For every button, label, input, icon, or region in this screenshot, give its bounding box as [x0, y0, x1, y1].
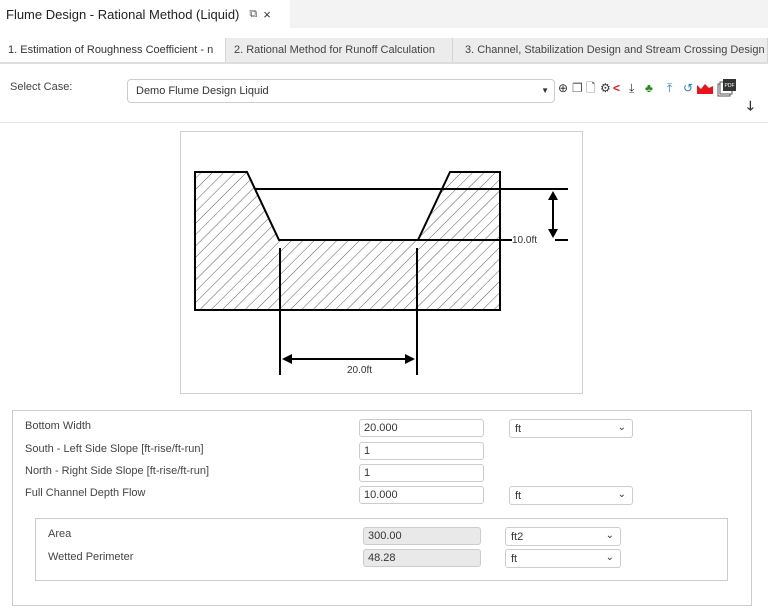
case-value: Demo Flume Design Liquid [136, 85, 269, 97]
gear-icon[interactable]: ⚙ [600, 81, 611, 95]
area-chart-icon[interactable] [697, 82, 713, 94]
chevron-down-icon: ⌄ [617, 422, 626, 433]
case-select[interactable]: Demo Flume Design Liquid ▼ [127, 79, 555, 103]
copy-icon[interactable]: ❐ [572, 81, 583, 95]
close-icon[interactable]: × [263, 7, 271, 22]
area-unit-select[interactable]: ft2 ⌄ [505, 527, 621, 546]
upload-icon[interactable]: ⤒ [667, 81, 672, 95]
arrow-down-icon[interactable]: 🡓 [747, 99, 754, 113]
depth-label: 10.0ft [512, 235, 538, 246]
wetted-perimeter-output: 48.28 [363, 549, 481, 567]
depth-unit-select[interactable]: ft ⌄ [509, 486, 633, 505]
add-circle-icon[interactable]: ⊕ [558, 81, 568, 95]
chevron-down-icon: ⌄ [605, 530, 614, 541]
tab-roughness[interactable]: 1. Estimation of Roughness Coefficient -… [0, 38, 226, 62]
window-tab[interactable]: Flume Design - Rational Method (Liquid) … [0, 0, 290, 28]
bottom-width-label: Bottom Width [25, 420, 92, 432]
area-output: 300.00 [363, 527, 481, 545]
bottom-width-input[interactable]: 20.000 [359, 419, 484, 437]
pdf-stack-icon[interactable]: PDF [717, 79, 737, 97]
depth-label-field: Full Channel Depth Flow [25, 487, 146, 499]
window-title: Flume Design - Rational Method (Liquid) [6, 6, 240, 22]
width-label: 20.0ft [347, 365, 373, 376]
tab-channel-design[interactable]: 3. Channel, Stabilization Design and Str… [453, 38, 768, 62]
channel-diagram: 10.0ft 20.0ft [180, 131, 583, 394]
area-label: Area [48, 528, 72, 540]
download-icon[interactable]: ⤓ [629, 81, 634, 95]
wetted-perimeter-label: Wetted Perimeter [48, 551, 134, 563]
tab-bar: 1. Estimation of Roughness Coefficient -… [0, 38, 768, 64]
history-icon[interactable]: ↺ [683, 81, 693, 95]
right-slope-label: North - Right Side Slope [ft-rise/ft-run… [25, 465, 210, 477]
divider [0, 122, 768, 123]
bottom-width-unit-select[interactable]: ft ⌄ [509, 419, 633, 438]
wetted-perimeter-unit-select[interactable]: ft ⌄ [505, 549, 621, 568]
svg-text:PDF: PDF [725, 83, 735, 89]
hierarchy-icon[interactable]: ♣ [645, 81, 653, 95]
share-icon[interactable]: < [613, 81, 620, 95]
tab-rational-method[interactable]: 2. Rational Method for Runoff Calculatio… [226, 38, 453, 62]
left-slope-input[interactable]: 1 [359, 442, 484, 460]
chevron-down-icon: ⌄ [605, 552, 614, 563]
caret-down-icon: ▼ [541, 86, 549, 95]
select-case-label: Select Case: [10, 81, 73, 93]
popout-icon[interactable]: ⧉ [249, 8, 257, 21]
right-slope-input[interactable]: 1 [359, 464, 484, 482]
depth-input[interactable]: 10.000 [359, 486, 484, 504]
chevron-down-icon: ⌄ [617, 489, 626, 500]
pdf-file-icon[interactable]: 🗋 [586, 81, 596, 95]
left-slope-label: South - Left Side Slope [ft-rise/ft-run] [25, 443, 204, 455]
